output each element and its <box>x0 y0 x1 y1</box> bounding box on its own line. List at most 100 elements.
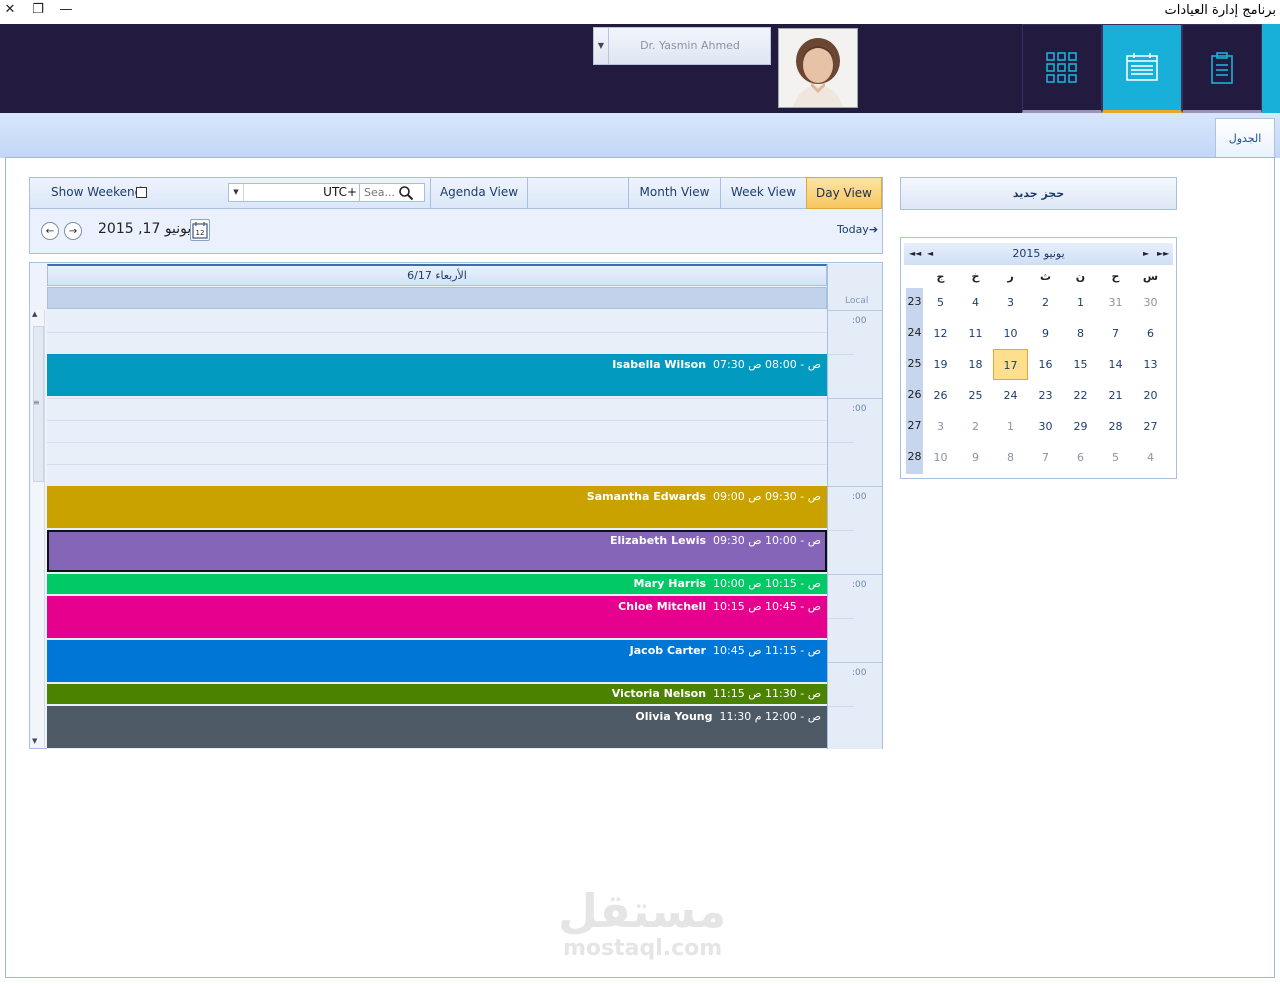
appointment[interactable]: Jacob Carter 10:45 ص - 11:15 ص <box>47 640 827 682</box>
calendar-day[interactable]: 10 <box>923 442 958 473</box>
time-ruler: :00 :00 :00 :00 :00 <box>827 264 882 749</box>
calendar-day[interactable]: 6 <box>1063 442 1098 473</box>
appointment[interactable]: Victoria Nelson 11:15 ص - 11:30 ص <box>47 684 827 704</box>
calendar-day[interactable]: 27 <box>1133 411 1168 442</box>
appointment[interactable]: Elizabeth Lewis 09:30 ص - 10:00 ص <box>47 530 827 572</box>
title-bar <box>0 0 1280 24</box>
search-input[interactable] <box>360 184 402 201</box>
calendar-day[interactable]: 12 <box>923 318 958 349</box>
appointment[interactable]: Chloe Mitchell 10:15 ص - 10:45 ص <box>47 596 827 638</box>
month-view-button[interactable]: Month View <box>628 177 720 209</box>
appointment-time: 07:30 ص - 08:00 ص <box>713 358 821 371</box>
week-number: 26 <box>907 388 922 401</box>
calendar-day[interactable]: 14 <box>1098 349 1133 380</box>
calendar-day[interactable]: 23 <box>1028 380 1063 411</box>
calendar-day[interactable]: 26 <box>923 380 958 411</box>
user-dropdown[interactable]: ▼ Dr. Yasmin Ahmed <box>593 27 771 65</box>
search-icon[interactable] <box>398 185 414 201</box>
all-day-area[interactable] <box>47 287 827 309</box>
mini-calendar-title: يونيو 2015 <box>904 243 1173 265</box>
weekday-header: س <box>1142 270 1159 283</box>
calendar-day[interactable]: 8 <box>993 442 1028 473</box>
calendar-day[interactable]: 1 <box>993 411 1028 442</box>
calendar-day[interactable]: 4 <box>958 287 993 318</box>
calendar-day[interactable]: 18 <box>958 349 993 380</box>
appointment-time: 09:30 ص - 10:00 ص <box>713 534 821 547</box>
agenda-view-button[interactable]: Agenda View <box>430 177 528 209</box>
prev-year-button[interactable]: ◄◄ <box>909 243 921 265</box>
calendar-day[interactable]: 8 <box>1063 318 1098 349</box>
calendar-day[interactable]: 7 <box>1098 318 1133 349</box>
vertical-scrollbar[interactable]: ▲ ≡ ▼ <box>31 310 45 747</box>
appointment-name: Chloe Mitchell <box>618 600 707 613</box>
appointment-name: Jacob Carter <box>629 644 707 657</box>
new-booking-button[interactable]: حجز جديد <box>900 177 1177 210</box>
nav-tile-clipboard[interactable] <box>1182 24 1262 113</box>
calendar-day[interactable]: 31 <box>1098 287 1133 318</box>
show-weekend-checkbox[interactable] <box>136 187 147 198</box>
day-view-button[interactable]: Day View <box>806 177 882 209</box>
calendar-day[interactable]: 5 <box>1098 442 1133 473</box>
calendar-day[interactable]: 7 <box>1028 442 1063 473</box>
appointment[interactable]: Mary Harris 10:00 ص - 10:15 ص <box>47 574 827 594</box>
calendar-day[interactable]: 16 <box>1028 349 1063 380</box>
calendar-day[interactable]: 29 <box>1063 411 1098 442</box>
calendar-day[interactable]: 21 <box>1098 380 1133 411</box>
calendar-day[interactable]: 30 <box>1133 287 1168 318</box>
appointment[interactable]: Samantha Edwards 09:00 ص - 09:30 ص <box>47 486 827 528</box>
calendar-day[interactable]: 3 <box>993 287 1028 318</box>
appointment-time: 10:45 ص - 11:15 ص <box>713 644 821 657</box>
date-picker-icon[interactable]: 12 <box>190 219 210 241</box>
calendar-day[interactable]: 11 <box>958 318 993 349</box>
calendar-day[interactable]: 4 <box>1133 442 1168 473</box>
calendar-day[interactable]: 6 <box>1133 318 1168 349</box>
scroll-down-icon[interactable]: ▼ <box>32 737 37 745</box>
weekday-header: ج <box>936 270 945 283</box>
restore-button[interactable]: ❐ <box>30 2 46 18</box>
show-weekend-label: Show Weekend <box>51 185 143 199</box>
calendar-day[interactable]: 22 <box>1063 380 1098 411</box>
time-label: :00 <box>852 580 867 590</box>
calendar-day[interactable]: 1 <box>1063 287 1098 318</box>
calendar-day[interactable]: 13 <box>1133 349 1168 380</box>
today-button[interactable]: Today➔ <box>837 223 878 236</box>
prev-day-button[interactable]: ← <box>41 222 59 240</box>
calendar-day[interactable]: 15 <box>1063 349 1098 380</box>
calendar-day[interactable]: 30 <box>1028 411 1063 442</box>
appointment[interactable]: Isabella Wilson 07:30 ص - 08:00 ص <box>47 354 827 396</box>
week-view-button[interactable]: Week View <box>720 177 806 209</box>
minimize-button[interactable]: — <box>58 2 74 18</box>
calendar-day[interactable]: 28 <box>1098 411 1133 442</box>
day-header: الأربعاء 6/17 <box>47 264 827 286</box>
next-month-button[interactable]: ► <box>1143 243 1149 265</box>
tab-schedule[interactable]: الجدول <box>1215 118 1275 158</box>
next-year-button[interactable]: ►► <box>1157 243 1169 265</box>
prev-month-button[interactable]: ◄ <box>927 243 933 265</box>
week-number: 25 <box>907 357 922 370</box>
calendar-day[interactable]: 10 <box>993 318 1028 349</box>
calendar-day[interactable]: 20 <box>1133 380 1168 411</box>
scroll-up-icon[interactable]: ▲ <box>32 310 37 318</box>
calendar-day[interactable]: 24 <box>993 380 1028 411</box>
calendar-day[interactable]: 25 <box>958 380 993 411</box>
calendar-day[interactable]: 19 <box>923 349 958 380</box>
calendar-day[interactable]: 9 <box>958 442 993 473</box>
nav-tile-schedule[interactable] <box>1102 24 1182 113</box>
weekday-header: ث <box>1039 270 1052 283</box>
appointment-name: Isabella Wilson <box>612 358 707 371</box>
appointment[interactable]: Olivia Young 11:30 ص - 12:00 م <box>47 706 827 748</box>
calendar-day[interactable]: 2 <box>958 411 993 442</box>
watermark-latin: mostaql.com <box>563 936 723 961</box>
nav-tile-dashboard[interactable] <box>1022 24 1102 113</box>
calendar-day[interactable]: 2 <box>1028 287 1063 318</box>
calendar-day[interactable]: 5 <box>923 287 958 318</box>
timezone-dropdown[interactable]: ▼ UTC+ <box>228 183 360 202</box>
calendar-day[interactable]: 9 <box>1028 318 1063 349</box>
search-box[interactable] <box>359 183 425 202</box>
close-button[interactable]: ✕ <box>2 2 18 18</box>
next-day-button[interactable]: → <box>64 222 82 240</box>
current-date-label: يونيو 17, 2015 <box>98 221 192 237</box>
calendar-day[interactable]: 3 <box>923 411 958 442</box>
appointment-name: Mary Harris <box>633 577 707 590</box>
calendar-day[interactable]: 17 <box>993 349 1028 380</box>
